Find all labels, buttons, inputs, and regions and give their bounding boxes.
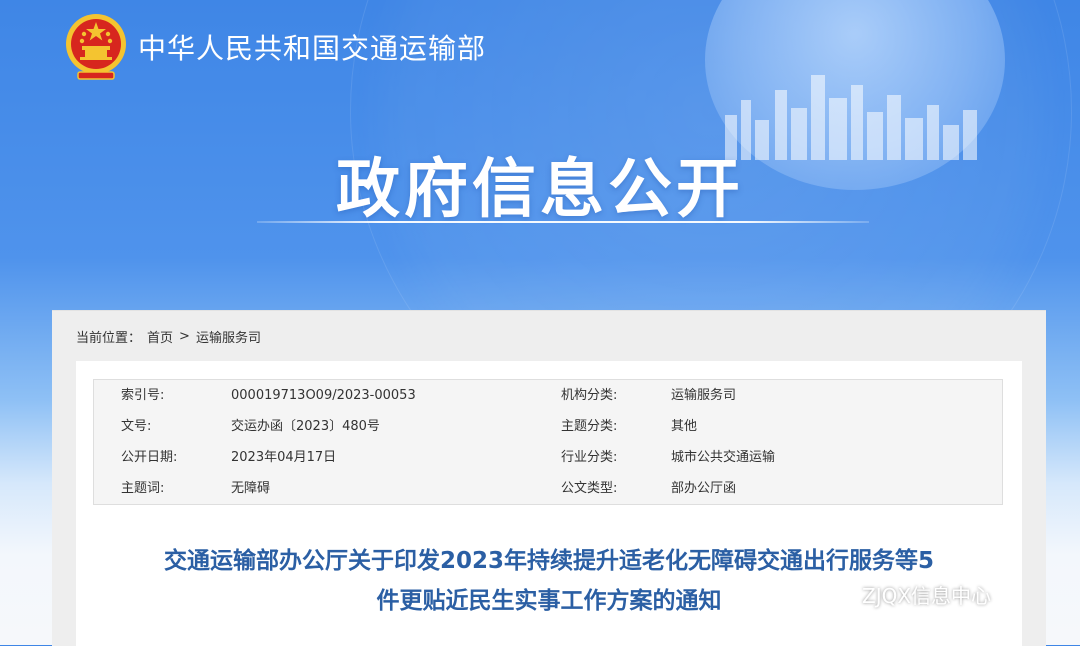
- meta-value: 部办公厅函: [671, 481, 737, 496]
- meta-label: 行业分类:: [561, 450, 618, 465]
- meta-value: 2023年04月17日: [231, 450, 337, 465]
- banner-title: 政府信息公开: [336, 153, 744, 227]
- table-row: 索引号: 000019713O09/2023-00053 机构分类: 运输服务司: [94, 380, 1002, 411]
- document-metadata-table: 索引号: 000019713O09/2023-00053 机构分类: 运输服务司…: [93, 379, 1003, 505]
- meta-value: 城市公共交通运输: [671, 450, 776, 465]
- meta-label: 文号:: [121, 419, 152, 434]
- meta-value: 000019713O09/2023-00053: [231, 388, 416, 403]
- site-title[interactable]: 中华人民共和国交通运输部: [138, 27, 486, 67]
- table-row: 公开日期: 2023年04月17日 行业分类: 城市公共交通运输: [94, 442, 1002, 473]
- meta-label: 主题分类:: [561, 419, 618, 434]
- watermark-text: ZJQX信息中心: [862, 584, 992, 608]
- breadcrumb-separator: >: [179, 329, 190, 344]
- meta-label: 主题词:: [121, 481, 165, 496]
- meta-label: 公开日期:: [121, 450, 178, 465]
- meta-value: 其他: [671, 419, 698, 434]
- document-title-line: 交通运输部办公厅关于印发2023年持续提升适老化无障碍交通出行服务等5: [163, 548, 935, 574]
- breadcrumb-home-link[interactable]: 首页: [147, 327, 173, 346]
- breadcrumb-current-link[interactable]: 运输服务司: [196, 327, 261, 346]
- meta-value: 运输服务司: [671, 388, 737, 403]
- meta-value: 交运办函〔2023〕480号: [231, 419, 380, 434]
- breadcrumb-label: 当前位置：: [76, 331, 142, 346]
- meta-value: 无障碍: [231, 481, 271, 496]
- table-row: 主题词: 无障碍 公文类型: 部办公厅函: [94, 473, 1002, 504]
- table-row: 文号: 交运办函〔2023〕480号 主题分类: 其他: [94, 411, 1002, 442]
- wechat-icon: [823, 581, 855, 607]
- meta-label: 机构分类:: [561, 388, 618, 403]
- banner-divider: [257, 221, 869, 223]
- national-emblem-icon: [66, 14, 126, 80]
- breadcrumb: 当前位置： 首页 > 运输服务司: [76, 327, 261, 346]
- meta-label: 公文类型:: [561, 481, 618, 496]
- meta-label: 索引号:: [121, 388, 165, 403]
- site-header: 中华人民共和国交通运输部: [64, 12, 486, 82]
- watermark: ZJQX信息中心: [822, 580, 991, 609]
